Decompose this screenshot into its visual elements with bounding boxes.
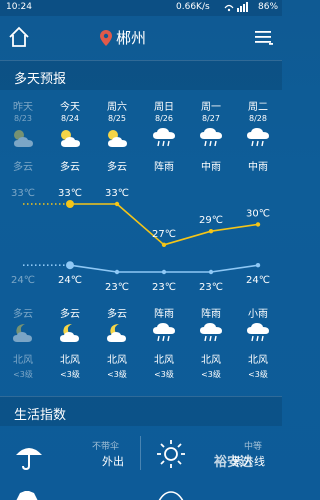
day-condition: 多云 [107, 162, 127, 173]
low-temp-segment [69, 264, 118, 273]
wind-direction: 北风 [60, 355, 80, 366]
shirt-icon [16, 491, 38, 500]
watermark: 裕安达 [214, 455, 254, 470]
partly-cloudy-icon [58, 128, 82, 148]
rain-icon [152, 323, 176, 343]
low-temp-label: 23℃ [152, 282, 176, 293]
cloudy-night-icon [11, 323, 35, 343]
high-temp-label: 33℃ [105, 188, 129, 199]
forecast-header: 多天预报 [0, 60, 282, 90]
city-selector[interactable]: 郴州 [100, 27, 146, 48]
wind-level: <3级 [107, 370, 127, 379]
low-temp-point [114, 269, 120, 275]
top-bar: 郴州 [0, 16, 282, 58]
low-temp-point [255, 263, 261, 268]
rain-icon [246, 128, 270, 148]
umbrella-sub: 不带伞 [92, 442, 120, 452]
high-temp-point [161, 242, 167, 247]
life-index-next-row [0, 487, 282, 500]
low-temp-label: 23℃ [105, 282, 129, 293]
cloudy-night-icon [105, 323, 129, 343]
network-speed: 0.66K/s [176, 2, 210, 12]
rain-icon [152, 128, 176, 148]
wind-level: <3级 [201, 370, 221, 379]
partly-cloudy-icon [105, 128, 129, 148]
night-condition: 多云 [13, 309, 33, 320]
day-condition: 多云 [60, 162, 80, 173]
wind-direction: 北风 [201, 355, 221, 366]
day-condition: 中雨 [248, 162, 268, 173]
high-temp-point [255, 222, 261, 227]
low-temp-label: 23℃ [199, 282, 223, 293]
life-index-header: 生活指数 [0, 396, 282, 426]
location-pin-icon [100, 29, 112, 46]
day-name: 周一 [201, 102, 221, 113]
wind-level: <3级 [248, 370, 268, 379]
rain-icon [246, 323, 270, 343]
rain-icon [199, 128, 223, 148]
umbrella-main: 外出 [102, 455, 124, 468]
night-condition: 阵雨 [154, 309, 174, 320]
temperature-chart: 33℃ 33℃ 33℃ 27℃ 29℃ 30℃ 24℃ 24℃ 23℃ 23℃ 23℃ 24℃ [11, 188, 270, 293]
night-condition: 多云 [107, 309, 127, 320]
night-condition: 小雨 [248, 309, 268, 320]
high-temp-point [208, 229, 214, 234]
day-name: 周二 [248, 102, 268, 113]
wind-level: <3级 [60, 370, 80, 379]
high-temp-label: 33℃ [11, 188, 35, 199]
menu-button[interactable] [255, 30, 273, 46]
day-date: 8/28 [249, 114, 267, 123]
wind-direction: 北风 [13, 355, 33, 366]
rain-icon [199, 323, 223, 343]
day-name: 周日 [154, 102, 174, 113]
wind-level: <3级 [13, 370, 33, 379]
umbrella-icon [16, 448, 42, 471]
sun-icon [157, 440, 185, 468]
day-date: 8/23 [14, 114, 32, 123]
status-bar: 10:24 0.66K/s 86% [0, 0, 282, 16]
low-temp-point [208, 269, 214, 275]
car-icon [158, 491, 184, 500]
high-temp-label: 29℃ [199, 215, 223, 226]
low-temp-segment [210, 264, 259, 273]
day-condition: 阵雨 [154, 162, 174, 173]
home-button[interactable] [8, 26, 30, 48]
signal-wifi-icon [224, 1, 254, 16]
status-time: 10:24 [6, 2, 32, 12]
city-name: 郴州 [116, 29, 147, 47]
wind-level: <3级 [154, 370, 174, 379]
night-condition: 多云 [60, 309, 80, 320]
day-date: 8/25 [108, 114, 126, 123]
menu-icon [255, 31, 273, 45]
day-date: 8/24 [61, 114, 79, 123]
high-temp-label: 27℃ [152, 229, 176, 240]
low-temp-point [161, 269, 167, 275]
high-temp-label: 33℃ [58, 188, 82, 199]
wind-direction: 北风 [107, 355, 127, 366]
battery-level: 86% [258, 2, 279, 12]
cloudy-night-icon [58, 323, 82, 343]
low-temp-label: 24℃ [246, 275, 270, 286]
day-name: 昨天 [13, 102, 33, 113]
day-name: 周六 [107, 102, 127, 113]
day-condition: 中雨 [201, 162, 221, 173]
low-temp-label: 24℃ [11, 275, 35, 286]
day-name: 今天 [60, 102, 80, 113]
day-date: 8/26 [155, 114, 173, 123]
high-temp-label: 30℃ [246, 208, 270, 219]
low-temp-point [66, 261, 74, 270]
night-condition: 阵雨 [201, 309, 221, 320]
partly-cloudy-icon [11, 128, 35, 148]
low-temp-label: 24℃ [58, 275, 82, 286]
forecast-title: 多天预报 [14, 72, 67, 87]
wind-direction: 北风 [248, 355, 268, 366]
home-icon [9, 26, 29, 47]
life-divider [140, 436, 141, 470]
high-temp-point [114, 201, 120, 207]
day-date: 8/27 [202, 114, 220, 123]
wind-direction: 北风 [154, 355, 174, 366]
day-condition: 多云 [13, 162, 33, 173]
high-temp-point [66, 200, 74, 208]
life-index-title: 生活指数 [14, 408, 67, 423]
